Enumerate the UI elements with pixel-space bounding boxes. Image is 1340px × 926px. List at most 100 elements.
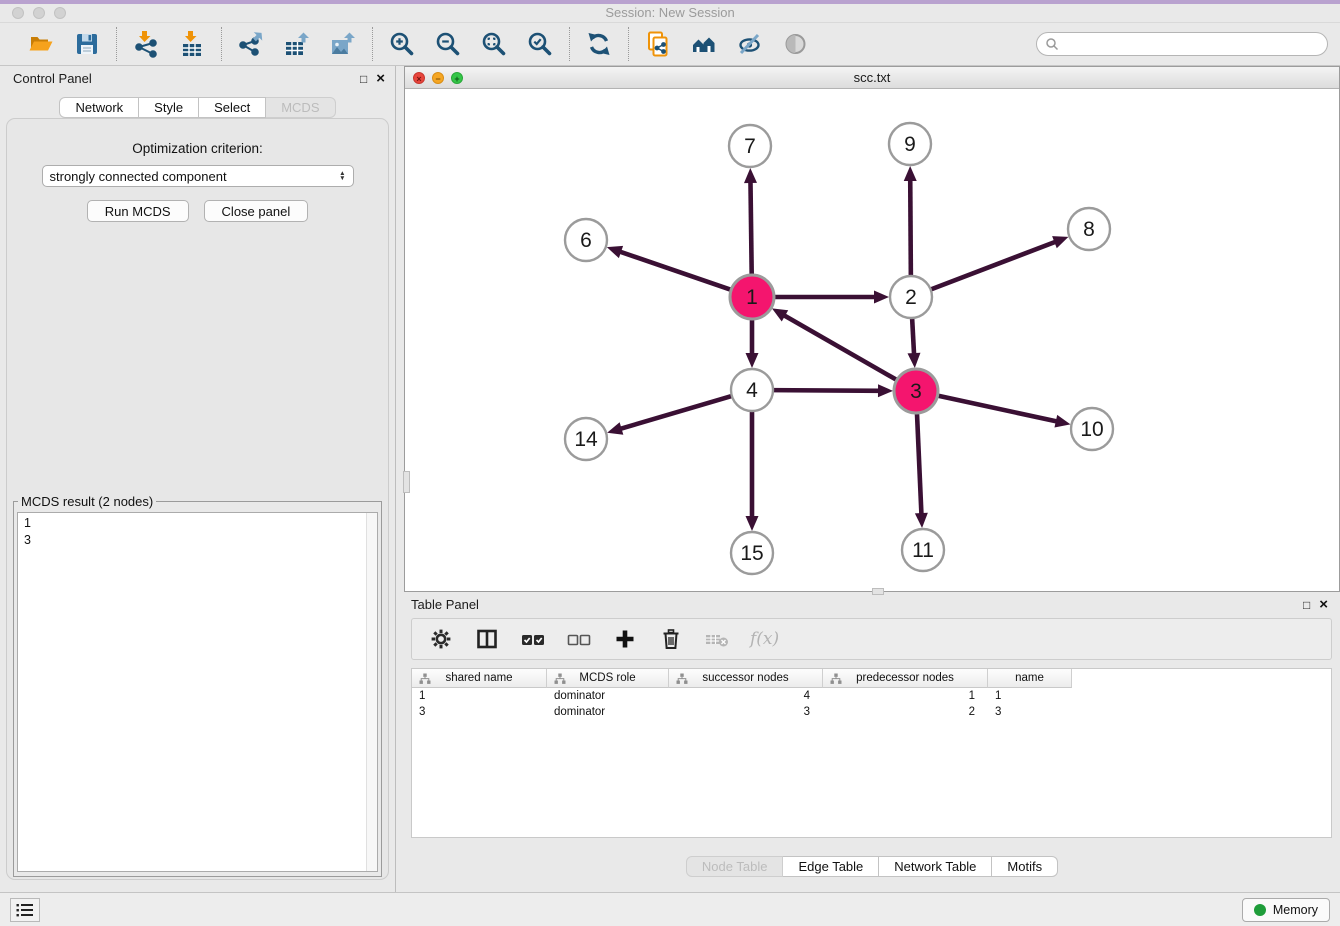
export-table-icon[interactable]	[282, 29, 312, 59]
tab-mcds[interactable]: MCDS	[266, 97, 335, 118]
zoom-selected-icon[interactable]	[525, 29, 555, 59]
optimization-criterion-label: Optimization criterion:	[7, 141, 388, 156]
graph-node-label: 11	[912, 539, 934, 562]
table-row[interactable]: 3dominator323	[412, 704, 1331, 720]
float-table-panel-icon[interactable]: □	[1303, 592, 1310, 618]
tab-node-table[interactable]: Node Table	[686, 856, 784, 877]
column-header-mcds-role[interactable]: MCDS role	[547, 669, 669, 688]
hide-selected-icon[interactable]	[735, 29, 765, 59]
clone-network-icon[interactable]	[643, 29, 673, 59]
graph-edge-1-6[interactable]	[619, 251, 732, 290]
import-network-icon[interactable]	[131, 29, 161, 59]
network-canvas[interactable]: 7968124314101511	[405, 89, 1339, 591]
zoom-in-icon[interactable]	[387, 29, 417, 59]
table-cell[interactable]: dominator	[547, 690, 669, 702]
add-column-icon[interactable]	[612, 626, 638, 652]
zoom-window-button[interactable]	[54, 7, 66, 19]
tab-select[interactable]: Select	[199, 97, 266, 118]
graph-edge-3-10[interactable]	[937, 395, 1058, 421]
table-cell[interactable]: 1	[412, 690, 547, 702]
select-all-icon[interactable]	[520, 626, 546, 652]
zoom-out-icon[interactable]	[433, 29, 463, 59]
graph-edge-1-7[interactable]	[750, 181, 751, 276]
graph-edge-arrowhead	[907, 353, 920, 368]
tab-style[interactable]: Style	[139, 97, 199, 118]
graph-node-label: 6	[580, 229, 592, 252]
graph-edge-arrowhead	[1054, 415, 1070, 428]
close-panel-button[interactable]: Close panel	[204, 200, 309, 222]
graph-edge-4-14[interactable]	[620, 396, 733, 429]
network-close-button[interactable]: ×	[413, 72, 425, 84]
control-panel-title: Control Panel	[13, 71, 92, 86]
tab-edge-table[interactable]: Edge Table	[783, 856, 879, 877]
table-settings-icon[interactable]	[428, 626, 454, 652]
close-table-panel-icon[interactable]: ×	[1319, 599, 1328, 611]
table-cell[interactable]: 1	[988, 690, 1072, 702]
table-cell[interactable]: 2	[823, 706, 988, 718]
tab-network[interactable]: Network	[59, 97, 139, 118]
task-history-button[interactable]	[10, 898, 40, 922]
open-file-icon[interactable]	[26, 29, 56, 59]
criterion-selected-value: strongly connected component	[50, 169, 227, 184]
network-minimize-button[interactable]: −	[432, 72, 444, 84]
float-panel-icon[interactable]: □	[360, 66, 367, 92]
optimization-criterion-select[interactable]: strongly connected component ▲▼	[42, 165, 354, 187]
control-panel: Control Panel □ × NetworkStyleSelectMCDS…	[0, 66, 396, 892]
show-columns-icon[interactable]	[474, 626, 500, 652]
graphics-details-icon[interactable]	[781, 29, 811, 59]
search-icon	[1045, 37, 1059, 51]
minimize-window-button[interactable]	[33, 7, 45, 19]
graph-edge-2-8[interactable]	[930, 241, 1057, 289]
graph-node-label: 15	[740, 542, 763, 565]
graph-edge-2-3[interactable]	[912, 317, 914, 355]
network-maximize-button[interactable]: +	[451, 72, 463, 84]
save-session-icon[interactable]	[72, 29, 102, 59]
column-header-shared-name[interactable]: shared name	[412, 669, 547, 688]
table-cell[interactable]: 3	[988, 706, 1072, 718]
column-header-predecessor-nodes[interactable]: predecessor nodes	[823, 669, 988, 688]
graph-edge-4-3[interactable]	[772, 390, 880, 391]
table-cell[interactable]: 1	[823, 690, 988, 702]
table-row[interactable]: 1dominator411	[412, 688, 1331, 704]
tab-motifs[interactable]: Motifs	[992, 856, 1058, 877]
graph-node-label: 1	[746, 286, 758, 309]
table-toolbar: f(x)	[411, 618, 1332, 660]
table-cell[interactable]: 4	[669, 690, 823, 702]
table-panel-title: Table Panel	[411, 597, 479, 612]
network-overview-icon[interactable]	[689, 29, 719, 59]
graph-edge-arrowhead	[874, 291, 889, 304]
zoom-fit-icon[interactable]	[479, 29, 509, 59]
search-input[interactable]	[1036, 32, 1328, 56]
mcds-result-legend: MCDS result (2 nodes)	[18, 494, 156, 509]
memory-button[interactable]: Memory	[1242, 898, 1330, 922]
column-header-name[interactable]: name	[988, 669, 1072, 688]
delete-columns-icon[interactable]	[658, 626, 684, 652]
status-bar: Memory	[0, 892, 1340, 926]
graph-edge-arrowhead	[904, 166, 917, 181]
table-panel-tabbar: Node TableEdge TableNetwork TableMotifs	[404, 856, 1340, 877]
table-header-row: shared nameMCDS rolesuccessor nodesprede…	[412, 669, 1331, 688]
apply-layout-icon[interactable]	[584, 29, 614, 59]
graph-edge-3-1[interactable]	[783, 315, 898, 381]
column-header-successor-nodes[interactable]: successor nodes	[669, 669, 823, 688]
graph-edge-arrowhead	[915, 513, 928, 528]
mcds-result-text[interactable]: 1 3	[18, 513, 365, 871]
graph-edge-3-11[interactable]	[917, 412, 922, 515]
deselect-all-icon[interactable]	[566, 626, 592, 652]
export-image-icon[interactable]	[328, 29, 358, 59]
table-cell[interactable]: 3	[412, 706, 547, 718]
graph-node-label: 4	[746, 379, 758, 402]
table-cell[interactable]: 3	[669, 706, 823, 718]
table-cell[interactable]: dominator	[547, 706, 669, 718]
splitter-handle[interactable]	[403, 471, 410, 493]
control-panel-tabbar: NetworkStyleSelectMCDS	[0, 97, 395, 118]
run-mcds-button[interactable]: Run MCDS	[87, 200, 189, 222]
tab-network-table[interactable]: Network Table	[879, 856, 992, 877]
graph-edge-2-9[interactable]	[910, 179, 911, 277]
result-scrollbar[interactable]	[366, 513, 377, 871]
graph-edge-arrowhead	[746, 353, 759, 368]
close-panel-icon[interactable]: ×	[376, 73, 385, 85]
close-window-button[interactable]	[12, 7, 24, 19]
import-table-icon[interactable]	[177, 29, 207, 59]
export-network-icon[interactable]	[236, 29, 266, 59]
